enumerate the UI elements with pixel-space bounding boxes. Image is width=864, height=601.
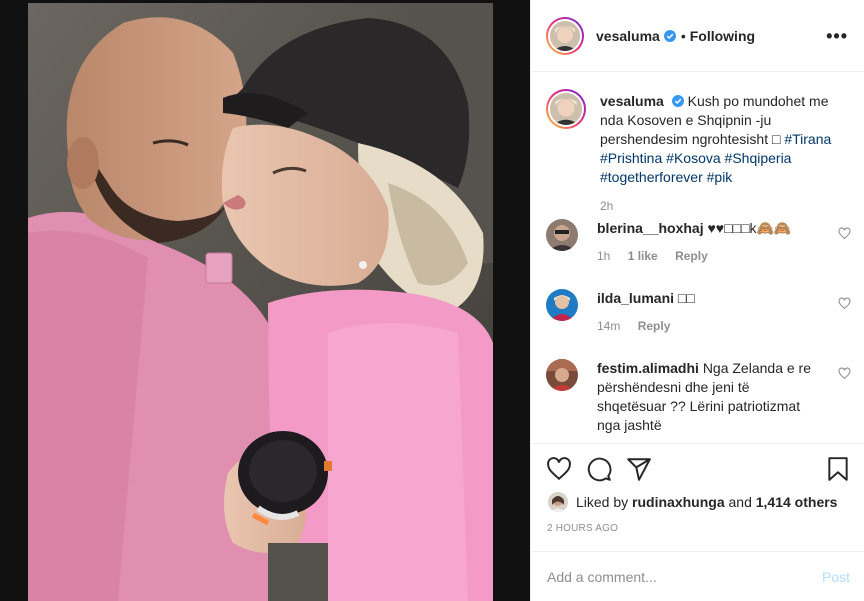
comment-body: blerina__hoxhaj ♥♥□□□k🙈🙈 1h 1 like Reply xyxy=(597,219,817,266)
caption-username[interactable]: vesaluma xyxy=(600,93,664,109)
likes-others[interactable]: 1,414 others xyxy=(756,494,838,510)
comment-likes[interactable]: 1 like xyxy=(628,249,658,263)
comment-body: festim.alimadhi Nga Zelanda e re përshën… xyxy=(597,359,817,435)
comment-item: festim.alimadhi Nga Zelanda e re përshën… xyxy=(546,359,851,435)
add-comment-bar: Post xyxy=(531,551,864,601)
hashtag[interactable]: #pik xyxy=(707,169,733,185)
author-username[interactable]: vesaluma xyxy=(596,28,660,44)
reply-button[interactable]: Reply xyxy=(638,319,671,333)
comment-meta: 1h 1 like Reply xyxy=(597,247,817,266)
commenter-avatar[interactable] xyxy=(546,219,578,251)
author-avatar[interactable] xyxy=(546,16,584,55)
commenter-username[interactable]: blerina__hoxhaj xyxy=(597,220,704,236)
comment-text: ♥♥□□□k🙈🙈 xyxy=(707,220,792,236)
post-timestamp: 2 HOURS AGO xyxy=(547,523,619,534)
comment-item: blerina__hoxhaj ♥♥□□□k🙈🙈 1h 1 like Reply xyxy=(546,219,851,266)
post-button[interactable]: Post xyxy=(822,569,850,585)
caption-body: vesaluma Kush po mundohet me nda Kosoven… xyxy=(600,92,849,216)
following-button[interactable]: Following xyxy=(690,28,755,44)
likes-joiner: and xyxy=(728,494,752,510)
commenter-username[interactable]: festim.alimadhi xyxy=(597,360,699,376)
comment-icon[interactable] xyxy=(586,456,612,482)
caption-time: 2h xyxy=(600,199,614,213)
hashtag[interactable]: #Kosova xyxy=(666,150,720,166)
separator-dot: • xyxy=(680,27,686,44)
comment-like-icon[interactable] xyxy=(838,227,851,240)
post-actions: Liked by rudinaxhunga and 1,414 others 2… xyxy=(531,443,864,601)
commenter-avatar[interactable] xyxy=(546,359,578,391)
verified-icon xyxy=(663,29,676,42)
comment-like-icon[interactable] xyxy=(838,367,851,380)
share-icon[interactable] xyxy=(626,456,652,482)
post-photo[interactable] xyxy=(28,3,493,601)
comment-text: □□ xyxy=(677,290,695,306)
hashtag[interactable]: #Shqiperia xyxy=(725,150,792,166)
reply-button[interactable]: Reply xyxy=(675,249,708,263)
liker-username[interactable]: rudinaxhunga xyxy=(632,494,725,510)
action-bar xyxy=(546,456,851,484)
caption-avatar[interactable] xyxy=(546,89,586,129)
caption: vesaluma Kush po mundohet me nda Kosoven… xyxy=(546,89,849,216)
bookmark-icon[interactable] xyxy=(825,456,851,482)
comment-item: ilda_lumani □□ 14m Reply xyxy=(546,289,851,336)
commenter-avatar[interactable] xyxy=(546,289,578,321)
post-header: vesaluma • Following ••• xyxy=(531,0,864,72)
photo-pane xyxy=(0,0,530,601)
hashtag[interactable]: #togetherforever xyxy=(600,169,703,185)
comment-meta: 14m Reply xyxy=(597,317,817,336)
comment-input[interactable] xyxy=(547,569,822,585)
hashtag[interactable]: #Prishtina xyxy=(600,150,662,166)
post-sidebar: vesaluma • Following ••• vesaluma Kush p… xyxy=(530,0,864,601)
comment-time: 1h xyxy=(597,249,611,263)
hashtag[interactable]: #Tirana xyxy=(784,131,831,147)
heart-icon[interactable] xyxy=(546,456,572,482)
comment-like-icon[interactable] xyxy=(838,297,851,310)
likes-summary: Liked by rudinaxhunga and 1,414 others xyxy=(548,492,837,512)
likes-prefix: Liked by xyxy=(576,494,629,510)
comment-time: 14m xyxy=(597,319,621,333)
comments-section: vesaluma Kush po mundohet me nda Kosoven… xyxy=(531,73,864,443)
more-icon[interactable]: ••• xyxy=(826,27,848,45)
verified-icon xyxy=(671,95,684,107)
liker-avatar[interactable] xyxy=(548,492,568,512)
commenter-username[interactable]: ilda_lumani xyxy=(597,290,674,306)
comment-body: ilda_lumani □□ 14m Reply xyxy=(597,289,817,336)
